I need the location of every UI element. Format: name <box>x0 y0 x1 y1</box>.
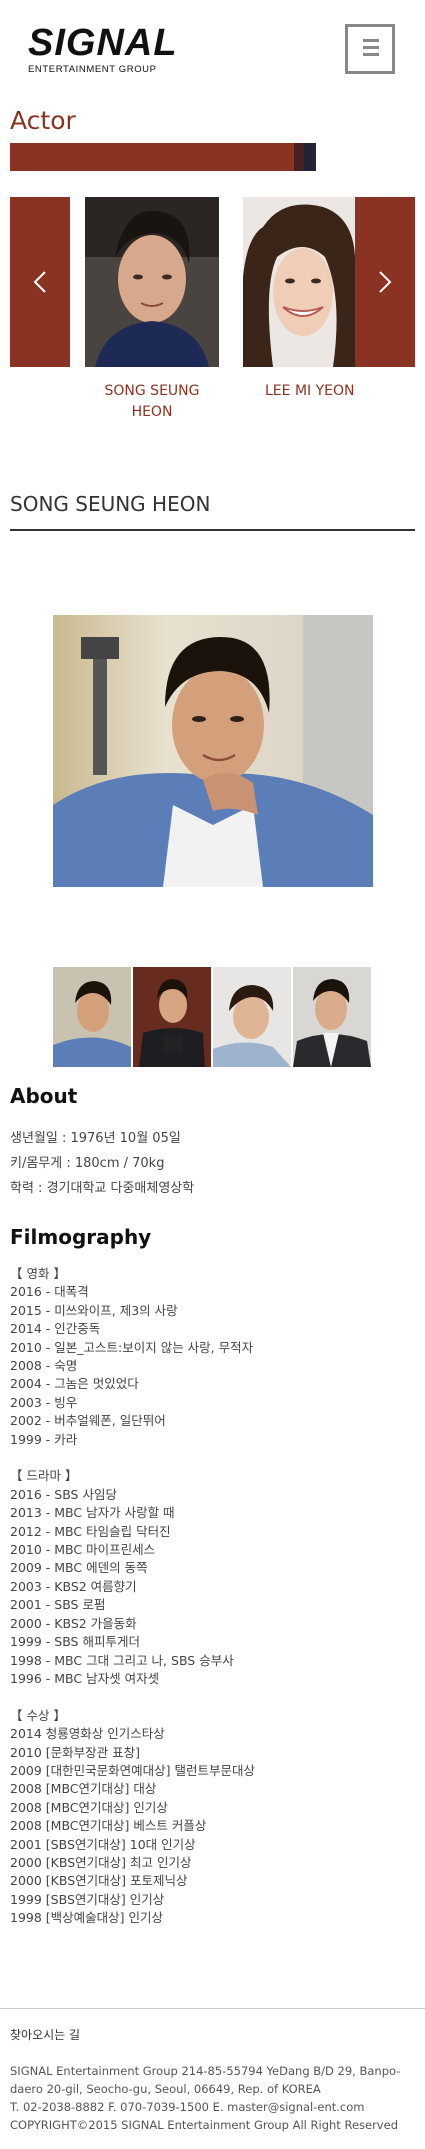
site-header: SIGNAL ENTERTAINMENT GROUP <box>0 0 425 95</box>
list-item: 2000 - KBS2 가을동화 <box>10 1615 137 1631</box>
actor-name[interactable]: SONG SEUNG HEON <box>85 381 219 423</box>
list-item: 2004 - 그놈은 멋있었다 <box>10 1376 139 1392</box>
site-footer: 찾아오시는 길 SIGNAL Entertainment Group 214-8… <box>10 2026 420 2134</box>
list-item: 2008 - 숙명 <box>10 1358 78 1374</box>
profile-main-photo <box>53 615 373 887</box>
actor-photo[interactable] <box>85 197 219 367</box>
list-item: 2001 [SBS연기대상] 10대 인기상 <box>10 1836 196 1852</box>
list-item: 2014 청룡영화상 인기스타상 <box>10 1726 165 1742</box>
chevron-right-icon <box>379 271 392 293</box>
thumbnail[interactable] <box>133 967 211 1067</box>
list-item: 2003 - KBS2 여름향기 <box>10 1578 137 1594</box>
list-item: 2003 - 빙우 <box>10 1394 78 1410</box>
logo-wordmark: SIGNAL <box>28 22 178 64</box>
list-item: 2001 - SBS 로펌 <box>10 1597 106 1613</box>
actor-photo[interactable] <box>243 197 355 367</box>
list-item: 2008 [MBC연기대상] 인기상 <box>10 1799 168 1815</box>
profile-divider <box>10 529 415 531</box>
footer-address-2: daero 20-gil, Seocho-gu, Seoul, 06649, R… <box>10 2082 321 2096</box>
thumbnail[interactable] <box>213 967 291 1067</box>
logo-subtitle: ENTERTAINMENT GROUP <box>28 64 157 75</box>
list-item: 2009 - MBC 에덴의 동쪽 <box>10 1560 148 1576</box>
about-list: 생년월일 : 1976년 10월 05일 키/몸무게 : 180cm / 70k… <box>10 1126 194 1201</box>
list-item: 2009 [대한민국문화연예대상] 탤런트부문대상 <box>10 1762 256 1778</box>
profile-name: SONG SEUNG HEON <box>10 492 211 516</box>
actor-card[interactable]: SONG SEUNG HEON <box>85 197 219 423</box>
filmography-awards: 【 수상 】 2014 청룡영화상 인기스타상 2010 [문화부장관 표창] … <box>10 1707 255 1928</box>
profile-thumbnails <box>53 967 373 1067</box>
list-item: 2002 - 버추얼웨폰, 일단뛰어 <box>10 1413 166 1429</box>
thumbnail[interactable] <box>53 967 131 1067</box>
actor-card[interactable]: LEE MI YEON <box>243 197 355 402</box>
footer-title[interactable]: 찾아오시는 길 <box>10 2026 420 2044</box>
filmography-list: 【 영화 】 2016 - 대폭격 2015 - 미쓰와이프, 제3의 사랑 2… <box>10 1265 255 1946</box>
list-item: 2016 - SBS 사임당 <box>10 1486 117 1502</box>
list-item: 2015 - 미쓰와이프, 제3의 사랑 <box>10 1302 178 1318</box>
list-item: 2000 [KBS연기대상] 최고 인기상 <box>10 1854 192 1870</box>
footer-contact: T. 02-2038-8882 F. 070-7039-1500 E. mast… <box>10 2100 365 2114</box>
list-item: 2014 - 인간중독 <box>10 1321 101 1337</box>
group-label: 【 드라마 】 <box>10 1468 78 1484</box>
about-birthdate: 생년월일 : 1976년 10월 05일 <box>10 1131 181 1146</box>
list-item: 2010 - MBC 마이프린세스 <box>10 1542 156 1558</box>
group-label: 【 수상 】 <box>10 1707 66 1723</box>
list-item: 2010 - 일본_고스트:보이지 않는 사랑, 무적자 <box>10 1339 254 1355</box>
about-height-weight: 키/몸무게 : 180cm / 70kg <box>10 1156 165 1171</box>
slider-prev-button[interactable] <box>10 197 70 367</box>
filmography-movies: 【 영화 】 2016 - 대폭격 2015 - 미쓰와이프, 제3의 사랑 2… <box>10 1265 255 1449</box>
list-item: 2013 - MBC 남자가 사랑할 때 <box>10 1505 175 1521</box>
list-item: 2008 [MBC연기대상] 베스트 커플상 <box>10 1818 207 1834</box>
list-item: 1996 - MBC 남자셋 여자셋 <box>10 1670 160 1686</box>
section-title-bar <box>10 143 316 171</box>
thumbnail[interactable] <box>293 967 371 1067</box>
slider-next-button[interactable] <box>355 197 415 367</box>
list-item: 2010 [문화부장관 표창] <box>10 1744 141 1760</box>
filmography-heading: Filmography <box>10 1225 152 1249</box>
list-item: 1998 [백상예술대상] 인기상 <box>10 1910 164 1926</box>
footer-copyright: COPYRIGHT©2015 SIGNAL Entertainment Grou… <box>10 2118 398 2132</box>
about-education: 학력 : 경기대학교 다중매체영상학 <box>10 1181 195 1196</box>
list-item: 2000 [KBS연기대상] 포토제닉상 <box>10 1873 188 1889</box>
list-item: 2016 - 대폭격 <box>10 1284 89 1300</box>
filmography-dramas: 【 드라마 】 2016 - SBS 사임당 2013 - MBC 남자가 사랑… <box>10 1467 255 1688</box>
list-item: 1999 - 카라 <box>10 1431 78 1447</box>
actor-slider: SONG SEUNG HEON LEE MI YEON <box>10 197 415 427</box>
list-item: 1999 [SBS연기대상] 인기상 <box>10 1891 165 1907</box>
list-item: 1999 - SBS 해피투게더 <box>10 1634 140 1650</box>
about-heading: About <box>10 1084 78 1108</box>
group-label: 【 영화 】 <box>10 1266 66 1281</box>
list-item: 1998 - MBC 그대 그리고 나, SBS 승부사 <box>10 1652 234 1668</box>
actor-name[interactable]: LEE MI YEON <box>243 381 355 402</box>
footer-divider <box>0 2008 425 2009</box>
section-title: Actor <box>10 106 76 135</box>
list-item: 2008 [MBC연기대상] 대상 <box>10 1781 157 1797</box>
chevron-left-icon <box>33 271 46 293</box>
menu-button[interactable] <box>345 24 395 74</box>
footer-address-1: SIGNAL Entertainment Group 214-85-55794 … <box>10 2064 401 2078</box>
site-logo[interactable]: SIGNAL ENTERTAINMENT GROUP <box>28 24 178 75</box>
list-item: 2012 - MBC 타임슬립 닥터진 <box>10 1523 171 1539</box>
